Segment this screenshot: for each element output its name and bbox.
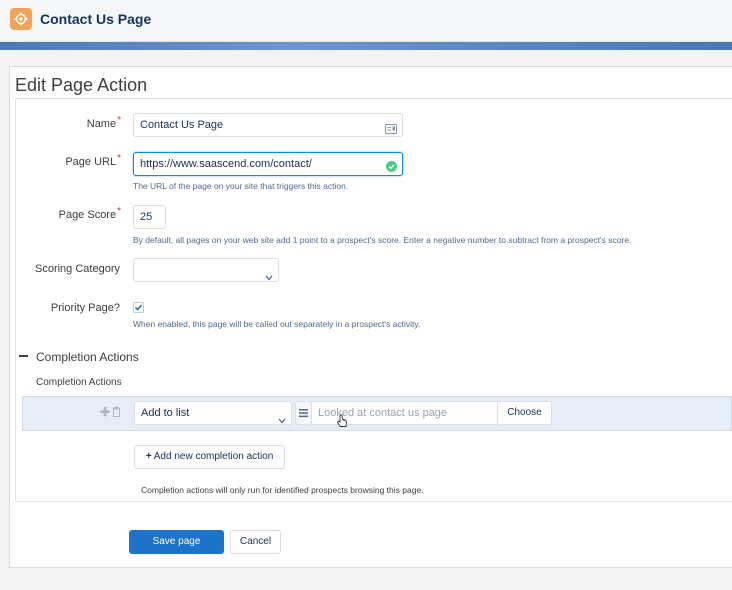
completion-actions-label: Completion Actions bbox=[36, 377, 122, 388]
page-score-value: 25 bbox=[140, 211, 153, 223]
choose-button[interactable]: Choose bbox=[497, 401, 552, 425]
app-header: Contact Us Page bbox=[0, 0, 732, 42]
gear-icon bbox=[10, 8, 32, 30]
contact-card-icon[interactable] bbox=[385, 120, 397, 142]
list-icon bbox=[295, 401, 312, 425]
page-url-label: Page URL* bbox=[65, 153, 121, 168]
app-title: Contact Us Page bbox=[40, 11, 152, 27]
page-score-field[interactable]: 25 bbox=[133, 205, 166, 229]
page-score-label: Page Score* bbox=[58, 206, 121, 221]
cancel-button[interactable]: Cancel bbox=[230, 530, 281, 554]
page-title: Edit Page Action bbox=[15, 75, 148, 95]
drag-plus-icon[interactable]: ✚ bbox=[100, 405, 110, 419]
page-url-value: https://www.saascend.com/contact/ bbox=[140, 158, 312, 170]
scoring-category-label: Scoring Category bbox=[35, 263, 120, 275]
required-marker: * bbox=[117, 153, 121, 164]
save-page-action-button[interactable]: Save page action bbox=[129, 530, 224, 569]
scoring-category-select[interactable] bbox=[133, 258, 279, 282]
priority-page-label: Priority Page? bbox=[50, 302, 120, 314]
completion-note: Completion actions will only run for ide… bbox=[141, 485, 424, 495]
add-completion-action-button[interactable]: + Add new completion action bbox=[134, 445, 285, 469]
required-marker: * bbox=[117, 115, 121, 126]
chevron-down-icon bbox=[265, 267, 273, 289]
trash-icon[interactable] bbox=[112, 404, 121, 422]
collapse-icon[interactable] bbox=[19, 355, 28, 357]
check-circle-icon bbox=[386, 158, 397, 180]
completion-section-title: Completion Actions bbox=[36, 350, 139, 364]
name-label: Name* bbox=[86, 115, 121, 130]
name-value: Contact Us Page bbox=[140, 119, 224, 131]
mouse-cursor bbox=[336, 414, 348, 433]
checkmark-icon bbox=[134, 304, 143, 311]
priority-page-checkbox[interactable] bbox=[133, 302, 144, 313]
action-type-value: Add to list bbox=[141, 407, 190, 419]
page-url-help: The URL of the page on your site that tr… bbox=[133, 181, 349, 191]
required-marker: * bbox=[117, 206, 121, 217]
plus-icon: + bbox=[145, 451, 152, 462]
name-field[interactable]: Contact Us Page bbox=[133, 113, 403, 137]
action-type-select[interactable]: Add to list bbox=[134, 401, 292, 425]
chevron-down-icon bbox=[278, 410, 286, 432]
priority-page-help: When enabled, this page will be called o… bbox=[133, 319, 421, 329]
page-score-help: By default, all pages on your web site a… bbox=[133, 235, 632, 245]
page-url-field[interactable]: https://www.saascend.com/contact/ bbox=[133, 152, 403, 176]
header-band bbox=[0, 42, 732, 50]
